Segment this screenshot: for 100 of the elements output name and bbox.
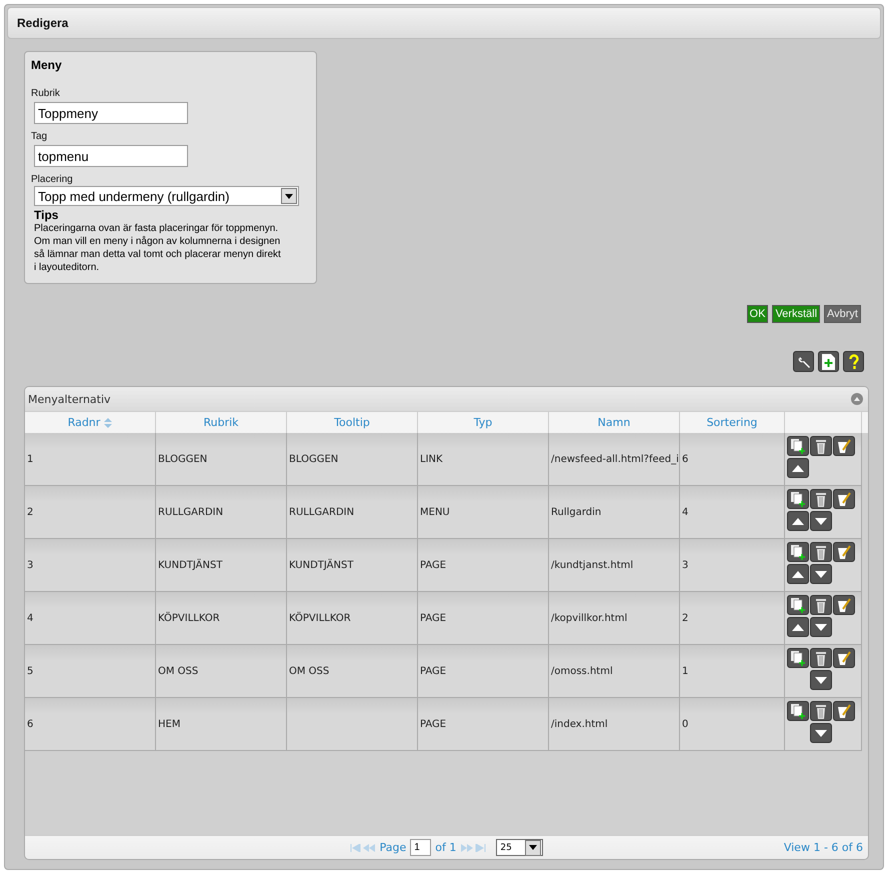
table-cell: LINK <box>418 433 549 486</box>
table-cell: 1 <box>25 433 156 486</box>
table-cell: PAGE <box>418 698 549 751</box>
table-cell: 4 <box>680 486 785 539</box>
new-page-icon <box>822 354 835 370</box>
column-header[interactable]: Tooltip <box>287 411 418 433</box>
page-title: Redigera <box>17 16 68 30</box>
table-cell: /newsfeed-all.html?feed_i <box>549 433 680 486</box>
move-up-button[interactable] <box>787 617 809 637</box>
record-summary: View 1 - 6 of 6 <box>784 841 863 854</box>
copy-button[interactable] <box>787 489 809 509</box>
table-cell: BLOGGEN <box>287 433 418 486</box>
table-cell: MENU <box>418 486 549 539</box>
table-cell: 2 <box>25 486 156 539</box>
edit-button[interactable] <box>833 648 855 668</box>
copy-button[interactable] <box>787 542 809 562</box>
move-down-button[interactable] <box>810 564 832 584</box>
copy-icon <box>790 597 806 613</box>
down-arrow-icon <box>815 676 827 684</box>
edit-icon <box>836 704 852 718</box>
field-label: Rubrik <box>31 88 61 99</box>
copy-icon <box>790 544 806 560</box>
move-down-button[interactable] <box>810 511 832 531</box>
column-header[interactable]: Rubrik <box>156 411 287 433</box>
edit-button[interactable] <box>833 489 855 509</box>
action-button[interactable]: OK <box>746 305 768 323</box>
delete-button[interactable] <box>810 595 832 615</box>
help-button[interactable] <box>843 351 864 372</box>
table-cell: /index.html <box>549 698 680 751</box>
action-button[interactable]: Verkställ <box>772 305 820 323</box>
table-cell: HEM <box>156 698 287 751</box>
edit-icon <box>836 650 852 666</box>
move-up-button[interactable] <box>787 564 809 584</box>
column-header[interactable]: Sortering <box>680 411 785 433</box>
edit-icon <box>836 544 852 560</box>
column-header[interactable]: Radnr <box>25 411 156 433</box>
page-count: of 1 <box>435 841 456 854</box>
down-arrow-icon <box>815 518 827 524</box>
table-cell: 6 <box>25 698 156 751</box>
page-label: Page <box>380 841 406 854</box>
collapse-icon[interactable] <box>851 393 863 405</box>
input-field[interactable]: Toppmeny <box>34 102 188 124</box>
up-arrow-icon <box>792 518 804 524</box>
action-button[interactable]: Avbryt <box>824 305 861 323</box>
table-cell: PAGE <box>418 539 549 592</box>
move-down-button[interactable] <box>810 617 832 637</box>
delete-button[interactable] <box>810 542 832 562</box>
copy-icon <box>790 438 806 454</box>
settings-button[interactable] <box>793 351 814 372</box>
down-arrow-icon <box>815 570 827 578</box>
delete-button[interactable] <box>810 648 832 668</box>
copy-button[interactable] <box>787 436 809 456</box>
trash-icon <box>815 492 827 506</box>
move-up-button[interactable] <box>787 458 809 478</box>
edit-button[interactable] <box>833 436 855 456</box>
up-arrow-icon <box>792 464 804 472</box>
column-header[interactable]: Typ <box>418 411 549 433</box>
table-cell: 0 <box>680 698 785 751</box>
edit-icon <box>836 438 852 454</box>
edit-button[interactable] <box>833 595 855 615</box>
edit-button[interactable] <box>833 542 855 562</box>
edit-button[interactable] <box>833 701 855 721</box>
delete-button[interactable] <box>810 701 832 721</box>
move-down-button[interactable] <box>810 723 832 743</box>
column-header[interactable]: Namn <box>549 411 680 433</box>
trash-icon <box>815 438 827 454</box>
copy-button[interactable] <box>787 648 809 668</box>
table-cell: KUNDTJÄNST <box>287 539 418 592</box>
copy-button[interactable] <box>787 595 809 615</box>
table-cell: /kundtjanst.html <box>549 539 680 592</box>
input-field[interactable]: topmenu <box>34 145 188 167</box>
caret-icon <box>525 840 542 856</box>
trash-icon <box>815 544 827 560</box>
down-arrow-icon <box>815 624 827 630</box>
table-cell: PAGE <box>418 645 549 698</box>
table-cell: 1 <box>680 645 785 698</box>
tips-text: Placeringarna ovan är fasta placeringar för toppmenyn. Om man vill en meny i någon av kolumnerna i designen så lämnar man detta val tomt och placerar menyn direkt i layouteditorn. <box>34 222 282 274</box>
question-mark-icon <box>848 354 858 370</box>
table-cell: KUNDTJÄNST <box>156 539 287 592</box>
table-cell: RULLGARDIN <box>156 486 287 539</box>
field-label: Tag <box>31 131 48 142</box>
trash-icon <box>815 598 827 612</box>
placement-dropdown[interactable]: Topp med undermeny (rullgardin) <box>34 186 299 206</box>
table-cell: OM OSS <box>287 645 418 698</box>
add-button[interactable] <box>818 351 839 372</box>
table-cell: 5 <box>25 645 156 698</box>
delete-button[interactable] <box>810 489 832 509</box>
move-up-button[interactable] <box>787 511 809 531</box>
panel-title: Meny <box>31 58 63 72</box>
delete-button[interactable] <box>810 436 832 456</box>
table-cell: Rullgardin <box>549 486 680 539</box>
move-down-button[interactable] <box>810 670 832 690</box>
page-input[interactable]: 1 <box>410 839 432 856</box>
table-cell: 4 <box>25 592 156 645</box>
page-size-dropdown[interactable]: 25 <box>496 839 544 856</box>
table-cell: 6 <box>680 433 785 486</box>
copy-button[interactable] <box>787 701 809 721</box>
field-label: Placering <box>31 174 74 185</box>
up-arrow-icon <box>792 624 804 630</box>
sort-icon <box>104 418 112 428</box>
